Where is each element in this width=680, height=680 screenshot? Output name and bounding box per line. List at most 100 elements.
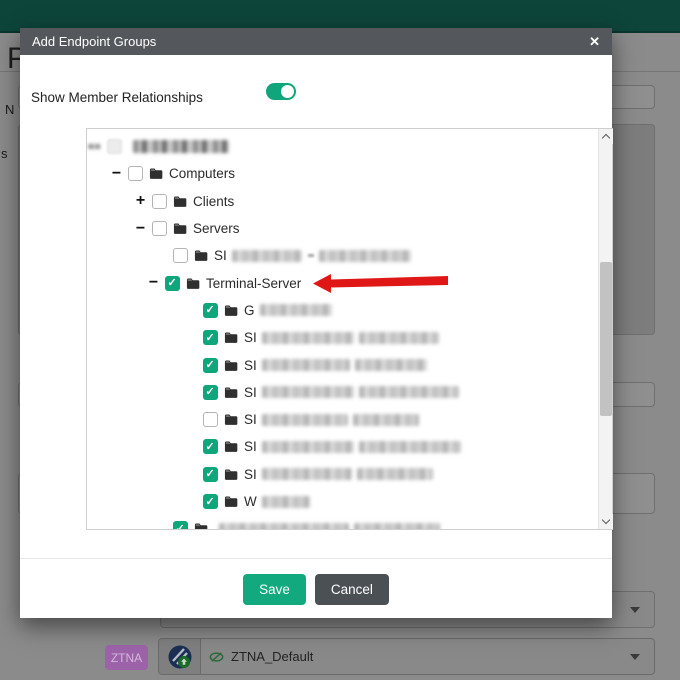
node-label-prefix: SI xyxy=(244,412,257,428)
redacted-separator xyxy=(307,254,314,258)
redacted-label xyxy=(259,304,332,317)
scrollbar-thumb[interactable] xyxy=(600,262,612,416)
form-label: s xyxy=(1,146,8,161)
tree-row-computers[interactable]: − Computers xyxy=(87,160,598,187)
tree-row-servers[interactable]: − Servers xyxy=(87,215,598,242)
node-label-prefix: SI xyxy=(244,466,257,482)
save-button[interactable]: Save xyxy=(243,574,306,605)
folder-icon xyxy=(173,196,187,207)
minus-expander-icon[interactable]: − xyxy=(146,275,161,291)
scrollbar[interactable] xyxy=(598,129,613,529)
folder-icon xyxy=(194,523,208,529)
folder-icon xyxy=(224,496,238,507)
checkbox[interactable] xyxy=(203,330,218,346)
endpoint-group-tree: − Computers + Clients − Servers SI − Terminal-Se… xyxy=(86,128,613,530)
tree-row-redacted-member[interactable]: SI xyxy=(87,433,598,460)
minus-expander-icon[interactable]: − xyxy=(133,220,148,237)
checkbox[interactable] xyxy=(173,521,188,529)
checkbox[interactable] xyxy=(173,248,188,264)
tree-row-redacted-member[interactable]: SI xyxy=(87,379,598,406)
folder-icon xyxy=(149,168,163,180)
folder-icon xyxy=(224,441,238,453)
modal-footer: Save Cancel xyxy=(20,574,612,605)
node-label-prefix: SI xyxy=(244,439,257,455)
tree-row-redacted-member[interactable]: W xyxy=(87,488,598,515)
redacted-label xyxy=(261,440,354,453)
node-label-prefix: SI xyxy=(244,357,257,373)
tree-row-redacted-sibling[interactable] xyxy=(87,515,598,529)
folder-icon xyxy=(224,387,238,398)
node-label-prefix: G xyxy=(244,302,255,318)
node-label-prefix: W xyxy=(244,494,257,509)
checkbox[interactable] xyxy=(203,384,218,400)
scroll-down-button[interactable] xyxy=(599,514,613,529)
show-member-relationships-toggle[interactable] xyxy=(266,83,296,100)
folder-icon xyxy=(224,332,238,344)
tree-row-clients[interactable]: + Clients xyxy=(87,188,598,215)
redacted-label xyxy=(231,249,302,262)
tree-row-redacted-member[interactable]: SI xyxy=(87,406,598,433)
checkbox[interactable] xyxy=(152,193,167,209)
checkbox[interactable] xyxy=(128,166,143,182)
checkbox[interactable] xyxy=(203,439,218,455)
toggle-row: Show Member Relationships xyxy=(31,82,601,112)
checkbox[interactable] xyxy=(203,466,218,482)
folder-icon xyxy=(224,414,238,425)
cancel-button[interactable]: Cancel xyxy=(314,574,389,605)
redacted-label xyxy=(358,440,461,453)
checkbox[interactable] xyxy=(203,302,218,318)
redacted-label xyxy=(318,249,411,262)
node-label: Terminal-Server xyxy=(206,275,302,291)
checkbox-blurred[interactable] xyxy=(107,139,122,155)
redacted-label xyxy=(219,522,349,529)
node-label: Servers xyxy=(193,221,240,237)
tree-row-redacted-server[interactable]: SI xyxy=(87,242,598,269)
forticlient-logo-cell xyxy=(159,639,201,674)
chevron-down-icon xyxy=(630,607,640,613)
redacted-label xyxy=(352,413,419,426)
toggle-knob xyxy=(281,85,294,98)
node-label: Clients xyxy=(193,193,235,209)
folder-icon xyxy=(224,469,238,480)
folder-icon xyxy=(224,305,238,316)
ztna-badge: ZTNA xyxy=(105,645,148,670)
tree-row-redacted-member[interactable]: SI xyxy=(87,324,598,351)
plus-expander-icon[interactable]: + xyxy=(133,193,148,209)
chevron-down-icon xyxy=(601,515,611,525)
add-endpoint-groups-modal: Add Endpoint Groups ✕ Show Member Relati… xyxy=(20,28,613,618)
redacted-label xyxy=(354,522,440,529)
tree-row-redacted-member[interactable]: G xyxy=(87,297,598,324)
redacted-label xyxy=(354,359,427,372)
checkbox[interactable] xyxy=(165,275,180,291)
checkbox[interactable] xyxy=(203,494,218,509)
modal-header: Add Endpoint Groups ✕ xyxy=(20,28,612,55)
folder-icon xyxy=(194,250,208,262)
scroll-up-button[interactable] xyxy=(599,129,613,144)
checkbox[interactable] xyxy=(152,221,167,237)
ztna-profile-select[interactable]: ZTNA_Default xyxy=(158,638,655,675)
node-label-prefix: SI xyxy=(244,384,257,400)
redacted-label xyxy=(133,140,229,154)
minus-expander-icon[interactable]: − xyxy=(109,165,124,182)
redacted-label xyxy=(261,359,350,372)
expander-blurred[interactable] xyxy=(88,144,100,150)
checkbox[interactable] xyxy=(203,357,218,373)
tree-row-redacted-member[interactable]: SI xyxy=(87,461,598,488)
redacted-label xyxy=(261,413,348,426)
folder-icon xyxy=(186,278,200,289)
tree-row-root-node-redacted[interactable] xyxy=(87,133,598,160)
redacted-label xyxy=(261,468,352,481)
redacted-label xyxy=(261,495,310,508)
red-arrow-icon xyxy=(313,274,449,294)
modal-title: Add Endpoint Groups xyxy=(32,34,157,49)
folder-icon xyxy=(173,223,187,234)
tree-row-redacted-member[interactable]: SI xyxy=(87,351,598,378)
close-icon[interactable]: ✕ xyxy=(589,35,600,48)
checkbox[interactable] xyxy=(203,412,218,428)
chevron-down-icon xyxy=(630,654,640,660)
chevron-up-icon xyxy=(601,133,611,143)
tree-row-terminal-server[interactable]: − Terminal-Server xyxy=(87,269,598,296)
node-label: Computers xyxy=(169,166,236,182)
redacted-label xyxy=(261,331,354,344)
forticlient-logo-icon xyxy=(168,645,191,668)
